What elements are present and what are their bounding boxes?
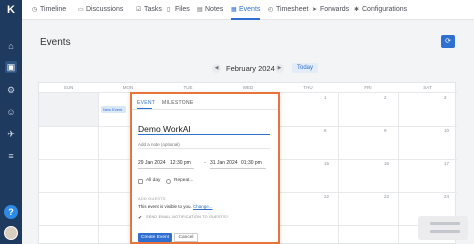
all-day-label: All day: [146, 178, 161, 183]
change-visibility-link[interactable]: Change...: [193, 204, 213, 209]
settings-icon[interactable]: ⚙: [5, 84, 17, 96]
grid-line: [338, 93, 339, 244]
left-rail: K ⌂ ▣ ⚙ ☺ ✈ ≡ ?: [0, 0, 22, 244]
new-event-chip[interactable]: New Event: [101, 106, 126, 113]
project-tabs: ◷ Timeline ▭ Discussions ☑ Tasks ▯ Files ▤ No…: [22, 0, 474, 20]
day-number[interactable]: 10: [444, 128, 449, 133]
inbox-icon[interactable]: ▣: [5, 61, 17, 73]
files-icon: ▯: [167, 7, 171, 13]
forwards-icon: ➤: [312, 7, 318, 13]
all-day-checkbox[interactable]: [138, 179, 143, 184]
repeat-label: Repeat...: [174, 178, 194, 183]
day-number[interactable]: 24: [444, 194, 449, 199]
app-logo[interactable]: K: [5, 4, 17, 16]
day-number[interactable]: 8: [324, 128, 327, 133]
scroll-overlay: [418, 216, 468, 240]
day-number[interactable]: 1: [324, 95, 327, 100]
end-date-field[interactable]: 31 Jan 2024: [210, 160, 238, 166]
visibility-text: This event is visible to you. Change...: [138, 204, 213, 209]
cancel-button[interactable]: Cancel: [174, 233, 198, 242]
end-underline: [210, 168, 266, 169]
grid-line: [398, 93, 399, 244]
avatar[interactable]: [4, 226, 18, 240]
day-number[interactable]: 9: [384, 128, 387, 133]
repeat-checkbox[interactable]: [166, 179, 171, 184]
user-icon[interactable]: ☺: [5, 106, 17, 118]
overlay-line: [430, 230, 460, 233]
day-number[interactable]: 3: [444, 95, 447, 100]
range-separator: -: [204, 160, 206, 166]
discussions-icon: ▭: [78, 7, 84, 13]
current-month: February 2024: [226, 64, 275, 73]
next-month-button[interactable]: ▶: [275, 64, 284, 73]
new-event-popup: EVENT MILESTONE 29 Jan 2024 12:30 pm - 3…: [130, 92, 280, 244]
event-note-input[interactable]: [138, 141, 270, 149]
help-icon[interactable]: ?: [4, 205, 18, 219]
event-name-input[interactable]: [138, 123, 270, 135]
start-date-field[interactable]: 29 Jan 2024: [138, 160, 166, 166]
configurations-icon: ✱: [354, 7, 360, 13]
notify-label: SEND EMAIL NOTIFICATION TO GUESTS?: [146, 215, 229, 219]
prev-month-button[interactable]: ◀: [212, 64, 221, 73]
tasks-icon: ☑: [136, 7, 142, 13]
grid-line: [98, 93, 99, 244]
notes-icon: ▤: [197, 7, 203, 13]
day-number[interactable]: 23: [384, 194, 389, 199]
tab-notes[interactable]: ▤ Notes: [197, 0, 223, 20]
page-title: Events: [40, 37, 71, 48]
timeline-icon: ◷: [32, 7, 38, 13]
day-number[interactable]: 2: [384, 95, 387, 100]
day-number[interactable]: 17: [444, 161, 449, 166]
tab-configurations[interactable]: ✱ Configurations: [354, 0, 407, 20]
start-time-field[interactable]: 12:30 pm: [170, 160, 191, 166]
tab-forwards[interactable]: ➤ Forwards: [312, 0, 349, 20]
notify-check-icon[interactable]: ✔: [138, 215, 142, 221]
list-icon[interactable]: ≡: [5, 150, 17, 162]
tab-tasks[interactable]: ☑ Tasks: [136, 0, 162, 20]
other-month-cell: [39, 93, 98, 126]
today-button[interactable]: Today: [292, 63, 319, 73]
tab-milestone[interactable]: MILESTONE: [162, 100, 194, 106]
overlay-line: [430, 222, 460, 225]
divider: [132, 109, 278, 110]
tab-timeline[interactable]: ◷ Timeline: [32, 0, 66, 20]
end-time-field[interactable]: 01:30 pm: [241, 160, 262, 166]
tab-event[interactable]: EVENT: [137, 100, 155, 106]
rocket-icon[interactable]: ✈: [5, 128, 17, 140]
day-number[interactable]: 22: [324, 194, 329, 199]
home-icon[interactable]: ⌂: [5, 40, 17, 52]
tab-events[interactable]: ▦ Events: [231, 0, 261, 20]
events-icon: ▦: [231, 7, 237, 13]
add-guests-label: ADD GUESTS: [138, 197, 166, 201]
day-number[interactable]: 16: [384, 161, 389, 166]
timesheet-icon: ◴: [268, 7, 274, 13]
tab-timesheet[interactable]: ◴ Timesheet: [268, 0, 308, 20]
refresh-button[interactable]: ⟳: [441, 35, 455, 48]
tab-files[interactable]: ▯ Files: [167, 0, 190, 20]
tab-discussions[interactable]: ▭ Discussions: [78, 0, 123, 20]
day-number[interactable]: 15: [324, 161, 329, 166]
create-event-button[interactable]: Create Event: [138, 233, 172, 242]
start-underline: [138, 168, 194, 169]
